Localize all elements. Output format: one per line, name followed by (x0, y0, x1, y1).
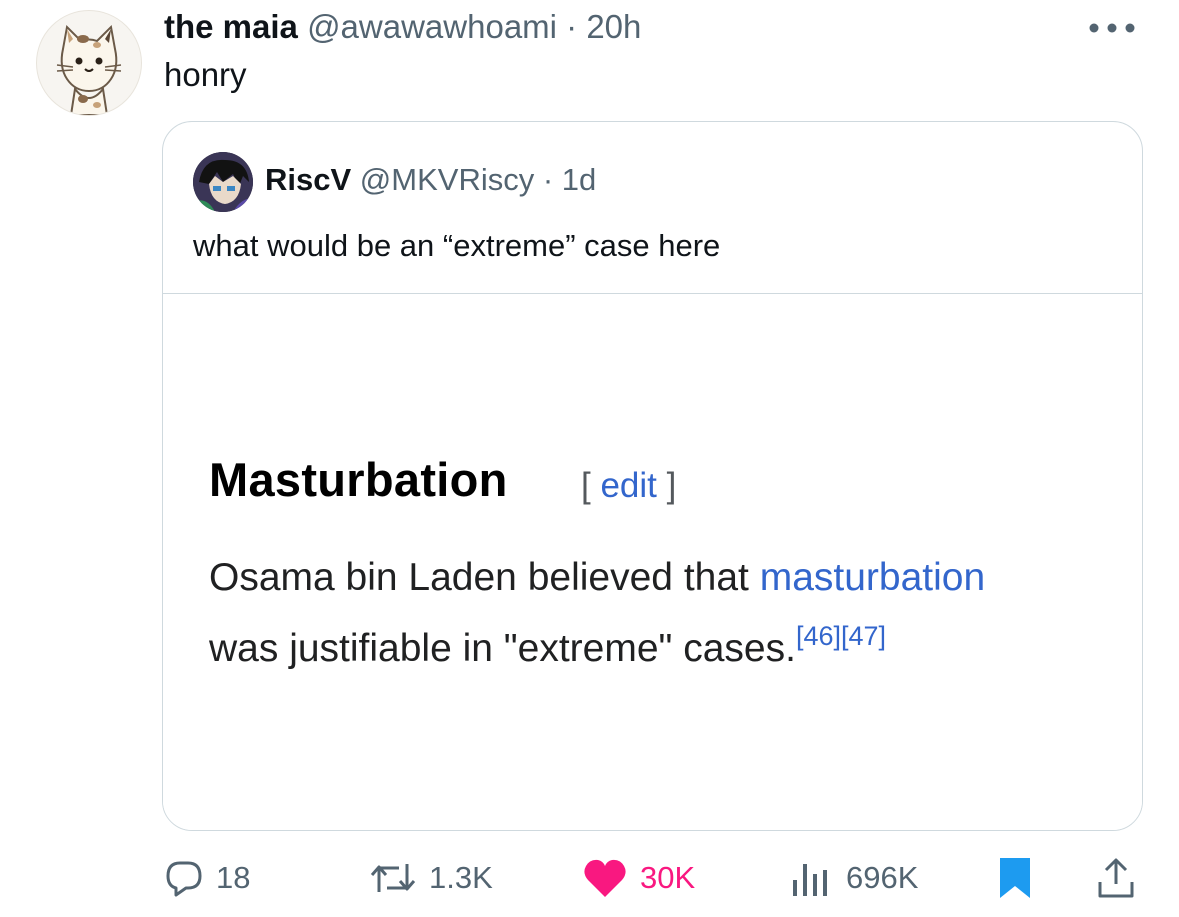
quoted-handle[interactable]: @MKVRiscy (360, 162, 534, 197)
quoted-header: RiscV @MKVRiscy · 1d (265, 162, 596, 198)
anime-avatar-icon (193, 152, 253, 212)
wiki-edit-bracket-close: ] (656, 466, 677, 505)
share-button[interactable] (1094, 850, 1138, 906)
wiki-line-1-text: Osama bin Laden believed that (209, 556, 760, 599)
reply-icon (166, 861, 202, 897)
quoted-timestamp[interactable]: 1d (562, 162, 596, 197)
meta-separator: · (557, 8, 587, 45)
quoted-display-name[interactable]: RiscV (265, 162, 351, 197)
cat-avatar-icon (56, 24, 122, 115)
wiki-edit-bracket-open: [ (581, 466, 601, 505)
views-button[interactable]: 696K (790, 850, 918, 906)
like-button[interactable]: 30K (582, 850, 695, 906)
retweet-icon (370, 864, 416, 892)
timestamp[interactable]: 20h (586, 8, 641, 45)
wiki-line-2: was justifiable in "extreme" cases.[46][… (209, 621, 886, 671)
like-count: 30K (640, 860, 696, 895)
wiki-heading: Masturbation (209, 453, 508, 506)
action-bar: 18 1.3K 30K 696K (0, 850, 1179, 906)
heart-icon (584, 859, 626, 897)
more-dots-icon (1089, 23, 1135, 33)
wiki-line-2-text: was justifiable in "extreme" cases. (209, 627, 796, 670)
wiki-link-masturbation: masturbation (759, 556, 986, 599)
bookmark-button[interactable] (998, 850, 1032, 906)
share-icon (1098, 858, 1134, 898)
views-count: 696K (846, 860, 919, 895)
wiki-edit: [ edit ] (581, 466, 676, 506)
avatar[interactable] (36, 10, 142, 116)
wiki-references: [46][47] (795, 621, 887, 651)
tweet-text: honry (164, 56, 247, 93)
reply-count: 18 (216, 860, 251, 895)
quoted-tweet[interactable]: RiscV @MKVRiscy · 1d what would be an “e… (162, 121, 1143, 831)
retweet-count: 1.3K (429, 860, 493, 895)
wiki-line-1: Osama bin Laden believed that masturbati… (209, 556, 985, 600)
more-button[interactable] (1086, 18, 1138, 38)
bookmark-icon (1000, 858, 1030, 898)
tweet-header: the maia @awawawhoami · 20h (164, 8, 641, 46)
retweet-button[interactable]: 1.3K (369, 850, 493, 906)
display-name[interactable]: the maia (164, 8, 298, 45)
wiki-edit-link: edit (600, 466, 657, 505)
reply-button[interactable]: 18 (164, 850, 250, 906)
handle[interactable]: @awawawhoami (307, 8, 557, 45)
analytics-icon (793, 864, 827, 896)
quoted-image[interactable]: Masturbation [ edit ] Osama bin Laden be… (163, 293, 1142, 830)
quoted-text: what would be an “extreme” case here (193, 228, 721, 263)
quoted-meta-separator: · (534, 162, 562, 197)
quoted-avatar[interactable] (193, 152, 253, 212)
